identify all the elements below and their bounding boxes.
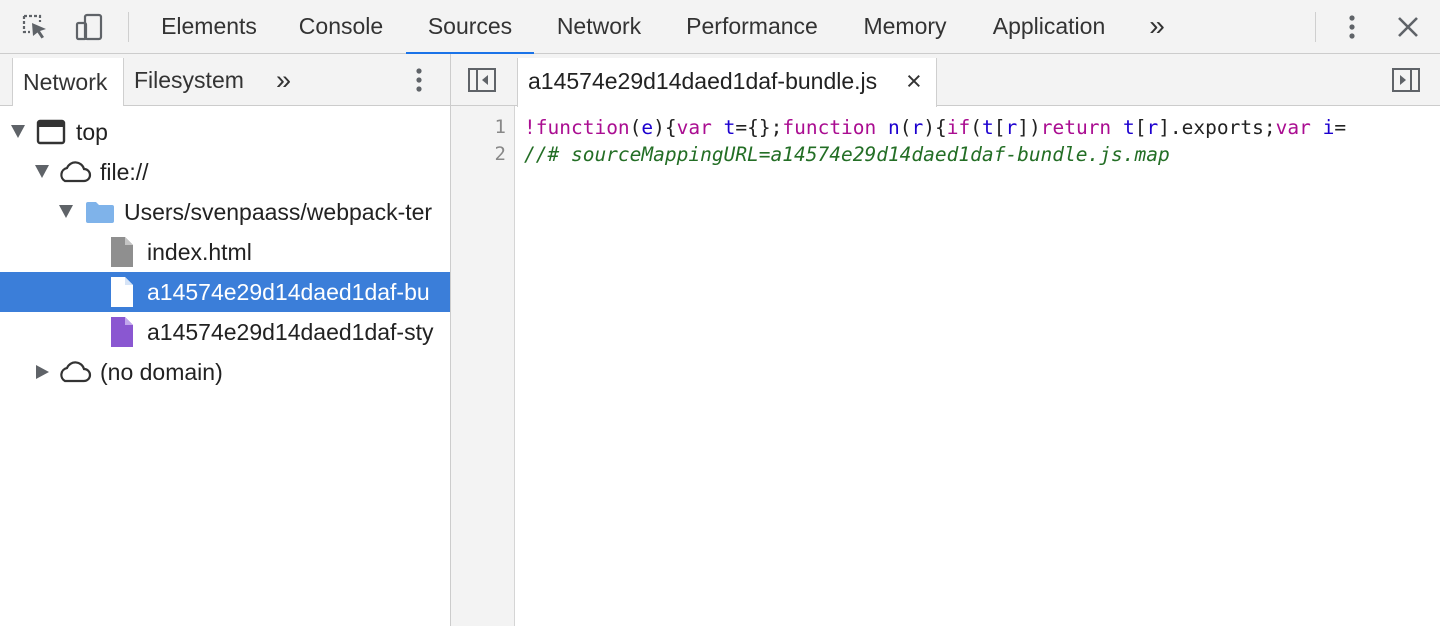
tab-application[interactable]: Application bbox=[976, 0, 1122, 54]
tab-console[interactable]: Console bbox=[285, 0, 397, 54]
expand-arrow-icon[interactable] bbox=[11, 125, 25, 138]
tree-item-file-selected[interactable]: a14574e29d14daed1daf-bu bbox=[0, 272, 450, 312]
tab-network-navigator[interactable]: Network bbox=[12, 58, 124, 106]
line-number-gutter: 1 2 bbox=[451, 106, 515, 626]
close-tab-icon[interactable]: × bbox=[906, 58, 922, 104]
line-number[interactable]: 1 bbox=[456, 114, 506, 141]
expand-arrow-icon[interactable] bbox=[35, 165, 49, 178]
tab-filesystem[interactable]: Filesystem bbox=[134, 54, 244, 106]
tab-network[interactable]: Network bbox=[542, 0, 656, 54]
more-tabs-button[interactable]: » bbox=[1138, 0, 1176, 54]
tree-item-label: top bbox=[76, 119, 108, 145]
toggle-navigator-icon[interactable] bbox=[465, 63, 499, 97]
file-icon bbox=[110, 312, 134, 352]
line-number[interactable]: 2 bbox=[456, 141, 506, 168]
tab-memory[interactable]: Memory bbox=[850, 0, 960, 54]
navigator-tabs: Network Filesystem » bbox=[0, 54, 450, 106]
toolbar-divider bbox=[128, 12, 129, 42]
editor-tabs: a14574e29d14daed1daf-bundle.js × bbox=[451, 54, 1440, 107]
tab-sources[interactable]: Sources bbox=[406, 0, 534, 55]
expand-arrow-icon[interactable] bbox=[59, 205, 73, 218]
cloud-icon bbox=[56, 352, 92, 392]
file-icon bbox=[110, 272, 134, 312]
tree-item-label: (no domain) bbox=[100, 359, 223, 385]
more-navigator-tabs-button[interactable]: » bbox=[276, 54, 291, 106]
toggle-debugger-icon[interactable] bbox=[1389, 63, 1423, 97]
cloud-icon bbox=[56, 152, 92, 192]
inspect-element-icon[interactable] bbox=[18, 10, 52, 44]
tree-item-label: file:// bbox=[100, 159, 149, 185]
tree-item-no-domain[interactable]: (no domain) bbox=[0, 352, 450, 392]
tab-performance[interactable]: Performance bbox=[670, 0, 834, 54]
kebab-menu-icon[interactable] bbox=[1335, 10, 1369, 44]
tree-item-label: a14574e29d14daed1daf-sty bbox=[147, 319, 434, 345]
toolbar-divider bbox=[1315, 12, 1316, 42]
tab-elements[interactable]: Elements bbox=[148, 0, 270, 54]
open-file-name: a14574e29d14daed1daf-bundle.js bbox=[528, 68, 878, 94]
folder-icon bbox=[85, 192, 115, 232]
navigator-pane: Network Filesystem » top file:// Users/s… bbox=[0, 54, 451, 626]
tree-item-label: Users/svenpaass/webpack-ter bbox=[124, 199, 433, 225]
tree-item-file[interactable]: index.html bbox=[0, 232, 450, 272]
tab-open-file[interactable]: a14574e29d14daed1daf-bundle.js × bbox=[517, 58, 937, 107]
frame-icon bbox=[36, 112, 66, 152]
navigator-menu-icon[interactable] bbox=[413, 54, 425, 106]
close-icon[interactable] bbox=[1391, 10, 1425, 44]
code-line[interactable]: !function(e){var t={};function n(r){if(t… bbox=[524, 114, 1440, 141]
code-line-comment[interactable]: //# sourceMappingURL=a14574e29d14daed1da… bbox=[524, 141, 1440, 168]
file-icon bbox=[110, 232, 134, 272]
tree-item-file-origin[interactable]: file:// bbox=[0, 152, 450, 192]
devtools-toolbar: Elements Console Sources Network Perform… bbox=[0, 0, 1440, 55]
device-toolbar-icon[interactable] bbox=[72, 10, 106, 44]
tree-item-top[interactable]: top bbox=[0, 112, 450, 152]
tree-item-label: a14574e29d14daed1daf-bu bbox=[147, 279, 430, 305]
tree-item-label: index.html bbox=[147, 239, 252, 265]
editor-pane: a14574e29d14daed1daf-bundle.js × 1 2 !fu… bbox=[451, 54, 1440, 626]
collapse-arrow-icon[interactable] bbox=[36, 365, 49, 379]
tree-item-folder[interactable]: Users/svenpaass/webpack-ter bbox=[0, 192, 450, 232]
tree-item-file[interactable]: a14574e29d14daed1daf-sty bbox=[0, 312, 450, 352]
